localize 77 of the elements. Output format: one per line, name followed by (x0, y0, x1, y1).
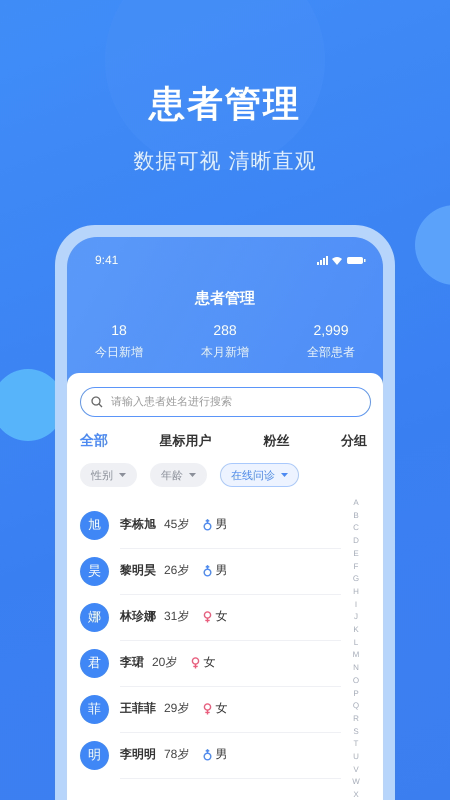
patient-gender: 女 (215, 700, 228, 717)
patient-name: 李明明 (120, 746, 156, 763)
index-letter[interactable]: L (354, 636, 358, 650)
index-letter[interactable]: F (354, 560, 358, 574)
female-icon (191, 656, 200, 668)
patient-age: 29岁 (164, 700, 190, 717)
index-letter[interactable]: X (353, 789, 359, 800)
patient-name: 黎明昊 (120, 562, 156, 579)
headline: 患者管理 (149, 82, 301, 126)
patient-name: 李珺 (120, 654, 144, 671)
index-letter[interactable]: J (354, 611, 358, 624)
index-letter[interactable]: A (353, 497, 359, 510)
patient-gender: 女 (215, 608, 228, 625)
patient-age: 20岁 (152, 654, 178, 671)
avatar: 菲 (80, 694, 109, 724)
search-icon (91, 396, 103, 408)
female-icon (203, 702, 212, 714)
index-letter[interactable]: E (353, 548, 359, 561)
index-letter[interactable]: S (353, 726, 359, 738)
index-letter[interactable]: B (353, 510, 359, 522)
index-letter[interactable]: T (354, 738, 358, 752)
tab[interactable]: 分组 (340, 432, 367, 450)
index-letter[interactable]: Q (352, 700, 360, 713)
index-letter[interactable]: I (354, 598, 358, 612)
patient-gender: 男 (215, 746, 228, 763)
index-letter[interactable]: M (352, 649, 360, 662)
caret-icon (189, 473, 196, 477)
avatar: 君 (80, 648, 109, 678)
tab[interactable]: 星标用户 (160, 432, 212, 450)
status-icons-drawing (317, 255, 367, 265)
filter-chip[interactable]: 在线问诊 (220, 463, 299, 487)
patient-age: 31岁 (164, 608, 190, 625)
status-time: 9:41 (95, 253, 118, 267)
stat-label: 全部患者 (307, 344, 355, 361)
index-letter[interactable]: O (352, 674, 360, 688)
caret-icon (119, 473, 126, 477)
patient-name: 王菲菲 (120, 700, 156, 717)
avatar: 昊 (80, 556, 109, 586)
stat-label: 本月新增 (201, 344, 249, 361)
tab[interactable]: 全部 (80, 432, 108, 450)
male-icon (203, 564, 212, 576)
male-icon (203, 748, 212, 760)
subtitle: 数据可视 清晰直观 (134, 149, 316, 175)
patient-name: 林珍娜 (120, 608, 156, 625)
index-letter[interactable]: G (352, 573, 360, 586)
patient-age: 45岁 (164, 516, 190, 533)
index-letter[interactable]: V (353, 764, 359, 776)
stat-value: 18 (111, 322, 127, 338)
patient-age: 26岁 (164, 562, 190, 579)
patient-name: 李栋旭 (120, 516, 156, 533)
patient-age: 78岁 (164, 746, 190, 763)
tab[interactable]: 粉丝 (263, 432, 290, 450)
index-letter[interactable]: N (353, 662, 359, 675)
index-letter[interactable]: P (353, 688, 359, 700)
caret-icon (281, 473, 288, 477)
female-icon (203, 610, 212, 622)
stat-value: 288 (213, 322, 237, 338)
screen-title: 患者管理 (195, 289, 255, 308)
patient-gender: 女 (203, 654, 216, 671)
stat-label: 今日新增 (95, 344, 143, 361)
search-field[interactable]: 请输入患者姓名进行搜索 (80, 387, 371, 417)
male-icon (203, 518, 212, 530)
patient-gender: 男 (215, 562, 228, 579)
index-letter[interactable]: U (353, 751, 359, 764)
index-letter[interactable]: D (353, 535, 359, 548)
index-letter[interactable]: K (353, 624, 359, 637)
index-letter[interactable]: W (352, 776, 360, 790)
stat-value: 2,999 (313, 322, 349, 338)
avatar: 明 (80, 740, 109, 770)
filter-chip[interactable]: 年龄 (150, 463, 207, 487)
index-letter[interactable]: R (353, 712, 359, 726)
index-letter[interactable]: C (353, 522, 359, 536)
patient-gender: 男 (215, 516, 228, 533)
filter-chip[interactable]: 性别 (80, 463, 137, 487)
avatar: 旭 (80, 510, 109, 540)
avatar: 娜 (80, 602, 109, 632)
index-letter[interactable]: H (353, 586, 359, 599)
